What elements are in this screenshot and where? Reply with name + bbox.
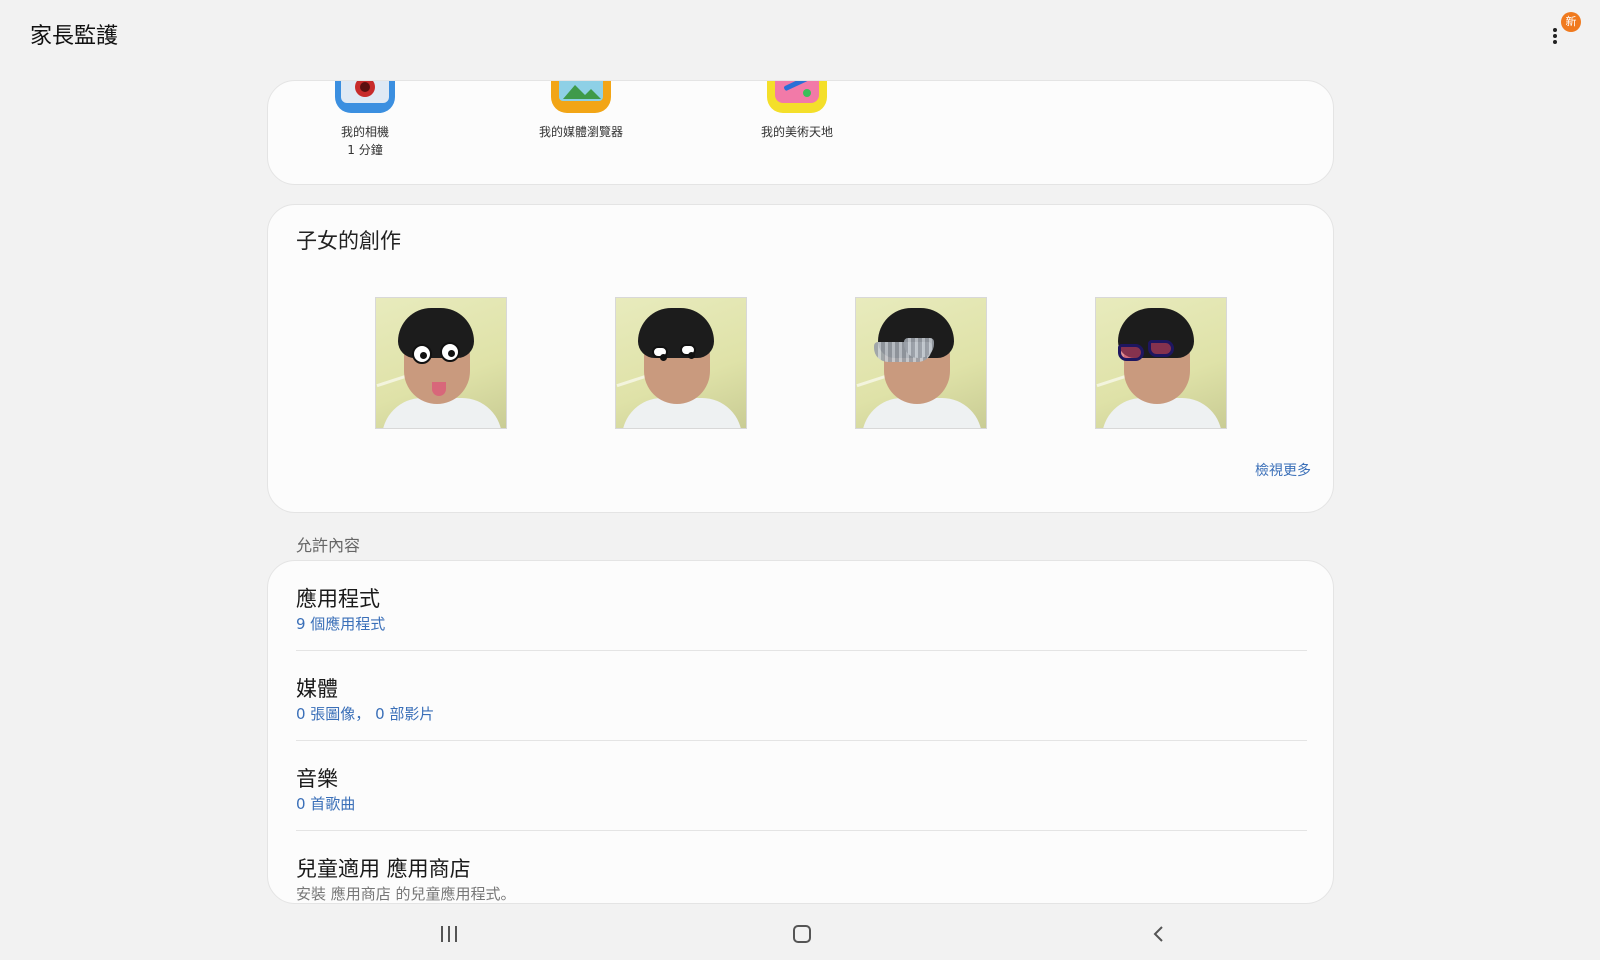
photo-hair [398,308,474,358]
app-usage-time: 1 分鐘 [347,143,383,157]
row-title: 媒體 [296,677,338,701]
camera-app-icon [335,81,395,113]
row-subtitle: 0 張圖像， 0 部影片 [296,705,435,723]
creation-thumbnail[interactable] [855,297,987,429]
more-vert-icon [1553,28,1557,32]
photo-hair [638,308,714,358]
creation-thumbnail[interactable] [375,297,507,429]
row-title: 應用程式 [296,587,380,611]
page-title: 家長監護 [30,24,119,49]
home-icon[interactable] [793,925,811,943]
app-name: 我的相機 [340,125,389,139]
cat-eye-glasses-sticker [1118,344,1144,361]
row-title: 音樂 [296,767,338,791]
creations-card: 子女的創作 檢視更多 [267,204,1334,513]
app-name: 我的媒體瀏覽器 [538,125,623,139]
allowed-content-card: 應用程式 9 個應用程式 媒體 0 張圖像， 0 部影片 音樂 0 首歌曲 兒童… [267,560,1334,904]
creation-thumbnail[interactable] [1095,297,1227,429]
row-title: 兒童適用 應用商店 [296,857,471,881]
cat-eye-glasses-sticker [1148,340,1174,357]
media-browser-app-icon [551,81,611,113]
app-bar: 家長監護 新 [0,0,1600,70]
allowed-row-apps[interactable]: 應用程式 9 個應用程式 [296,561,1307,651]
allowed-row-kids-store[interactable]: 兒童適用 應用商店 安裝 應用商店 的兒童應用程式。 [296,831,1307,903]
recent-bar [455,926,457,942]
recent-apps-icon[interactable] [441,926,459,942]
back-icon[interactable] [1150,925,1168,943]
creations-title: 子女的創作 [296,229,401,253]
art-app-icon [767,81,827,113]
new-badge: 新 [1561,12,1581,32]
recent-bar [448,926,450,942]
navigation-bar [0,904,1600,960]
googly-eye-sticker [412,344,432,364]
app-usage-card: 我的相機 1 分鐘 我的媒體瀏覽器 我的美術天地 [267,80,1334,185]
row-subtitle: 0 首歌曲 [296,795,356,813]
googly-eye-sticker [440,342,460,362]
see-more-link[interactable]: 檢視更多 [1255,460,1311,480]
row-subtitle: 9 個應用程式 [296,615,386,633]
allowed-content-header: 允許內容 [296,536,361,555]
app-name: 我的美術天地 [760,125,833,139]
row-subtitle: 安裝 應用商店 的兒童應用程式。 [296,885,516,903]
tongue-sticker [432,382,446,396]
allowed-row-media[interactable]: 媒體 0 張圖像， 0 部影片 [296,651,1307,741]
creation-thumbnail[interactable] [615,297,747,429]
more-vert-dot [1553,40,1557,44]
recent-bar [441,926,443,942]
more-vert-dot [1553,34,1557,38]
allowed-row-music[interactable]: 音樂 0 首歌曲 [296,741,1307,831]
eye-sticker [652,346,668,361]
eye-sticker [680,344,696,359]
